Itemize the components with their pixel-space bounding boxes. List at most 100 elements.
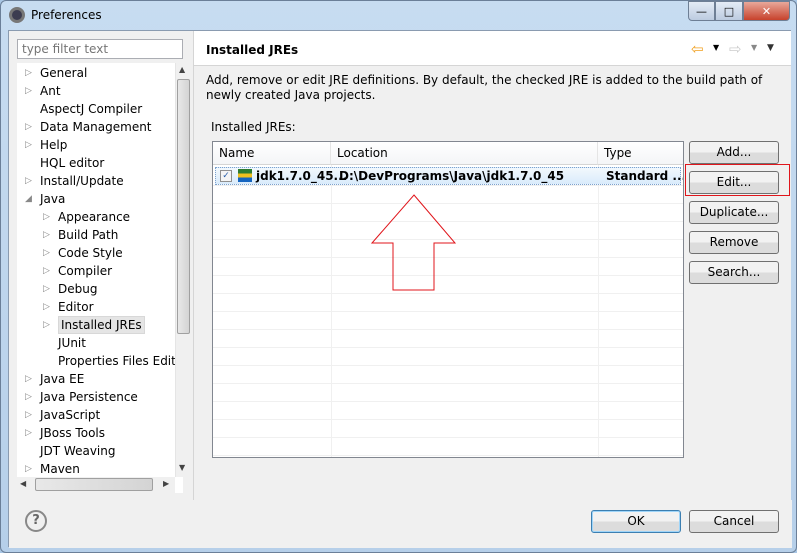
page-description: Add, remove or edit JRE definitions. By …	[206, 73, 763, 102]
tree-item[interactable]: HQL editor	[40, 154, 104, 172]
column-header-name[interactable]: Name	[213, 142, 331, 165]
grid-line	[213, 401, 683, 402]
scroll-right-icon[interactable]: ▶	[163, 479, 169, 488]
tree-horizontal-scrollbar[interactable]: ◀ ▶	[17, 477, 175, 493]
back-arrow-icon[interactable]: ⇦	[691, 40, 704, 58]
expand-icon[interactable]: ▷	[43, 208, 50, 226]
expand-icon[interactable]: ▷	[25, 118, 32, 136]
close-button[interactable]: ✕	[743, 1, 790, 21]
tree-item-label: Java	[40, 192, 66, 206]
expand-icon[interactable]: ▷	[25, 172, 32, 190]
expand-icon[interactable]: ▷	[25, 136, 32, 154]
tree-item-label: Java Persistence	[40, 390, 138, 404]
add-button[interactable]: Add...	[689, 141, 779, 164]
tree-item[interactable]: Code Style	[58, 244, 123, 262]
scroll-up-icon[interactable]: ▲	[179, 65, 185, 74]
filter-input[interactable]	[17, 39, 183, 59]
expand-icon[interactable]: ▷	[25, 424, 32, 442]
hscroll-thumb[interactable]	[35, 478, 153, 491]
tree-item[interactable]: Data Management	[40, 118, 152, 136]
expand-icon[interactable]: ▷	[25, 64, 32, 82]
help-icon[interactable]: ?	[25, 510, 47, 532]
maximize-button[interactable]: □	[715, 1, 743, 21]
tree-item[interactable]: JBoss Tools	[40, 424, 105, 442]
tree-item[interactable]: Ant	[40, 82, 61, 100]
column-header-location[interactable]: Location	[331, 142, 598, 165]
tree-item[interactable]: Java Persistence	[40, 388, 138, 406]
grid-line	[213, 455, 683, 456]
tree-item[interactable]: AspectJ Compiler	[40, 100, 142, 118]
edit-button[interactable]: Edit...	[689, 171, 779, 194]
scroll-down-icon[interactable]: ▼	[179, 463, 185, 472]
forward-arrow-icon: ⇨	[729, 40, 742, 58]
jre-type: Standard ...	[606, 169, 684, 183]
expand-icon[interactable]: ▷	[43, 226, 50, 244]
tree-item[interactable]: Install/Update	[40, 172, 124, 190]
installed-jres-label: Installed JREs:	[211, 120, 296, 134]
cancel-button[interactable]: Cancel	[689, 510, 779, 533]
search-button[interactable]: Search...	[689, 261, 779, 284]
grid-line	[213, 365, 683, 366]
grid-line	[213, 329, 683, 330]
expand-icon[interactable]: ▷	[43, 298, 50, 316]
expand-icon[interactable]: ▷	[25, 388, 32, 406]
tree-vertical-scrollbar[interactable]: ▲ ▼	[175, 63, 191, 477]
expand-icon[interactable]: ▷	[43, 280, 50, 298]
scroll-left-icon[interactable]: ◀	[20, 479, 26, 488]
ok-button[interactable]: OK	[591, 510, 681, 533]
tree-item[interactable]: General	[40, 64, 87, 82]
tree-item-label: Appearance	[58, 210, 131, 224]
tree-item-label: Data Management	[40, 120, 152, 134]
tree-item-label: JDT Weaving	[40, 444, 116, 458]
tree-item[interactable]: Java	[40, 190, 65, 208]
grid-line	[213, 437, 683, 438]
preferences-window: Preferences — □ ✕ ▷ General ▷ Ant AspectJ Co…	[0, 0, 797, 553]
jre-checkbox[interactable]: ✓	[220, 170, 232, 182]
grid-line	[213, 293, 683, 294]
jre-table: Name Location Type ✓ jdk1.7.0_45... D:\D…	[212, 141, 684, 458]
tree-item[interactable]: JUnit	[58, 334, 86, 352]
tree-item-label: Debug	[58, 282, 98, 296]
column-header-type[interactable]: Type	[598, 142, 683, 165]
tree-item-label: JUnit	[58, 336, 86, 350]
tree-item-label: Build Path	[58, 228, 119, 242]
tree-item-label: HQL editor	[40, 156, 105, 170]
tree-item[interactable]: JDT Weaving	[40, 442, 115, 460]
remove-button[interactable]: Remove	[689, 231, 779, 254]
eclipse-app-icon	[9, 7, 25, 23]
preference-page: Installed JREs ⇦ ▼ ⇨ ▼ ▼ Add, remove or …	[194, 31, 791, 500]
tree-item[interactable]: Installed JREs	[58, 316, 145, 334]
back-dropdown-icon[interactable]: ▼	[713, 43, 719, 52]
expand-icon[interactable]: ▷	[25, 370, 32, 388]
tree-item[interactable]: JavaScript	[40, 406, 100, 424]
expand-icon[interactable]: ▷	[25, 82, 32, 100]
tree-item[interactable]: Appearance	[58, 208, 130, 226]
grid-line	[213, 311, 683, 312]
tree-item[interactable]: Editor	[58, 298, 94, 316]
tree-item[interactable]: Compiler	[58, 262, 112, 280]
jre-name: jdk1.7.0_45...	[256, 169, 348, 183]
tree-item[interactable]: Maven	[40, 460, 80, 478]
expand-icon[interactable]: ▷	[43, 316, 50, 334]
collapse-icon[interactable]: ◢	[25, 190, 32, 208]
expand-icon[interactable]: ▷	[43, 244, 50, 262]
tree-item-label: Code Style	[58, 246, 123, 260]
preference-tree: ▷ General ▷ Ant AspectJ Compiler ▷ Data Manage…	[17, 63, 183, 493]
table-row[interactable]: ✓ jdk1.7.0_45... D:\DevPrograms\Java\jdk…	[215, 167, 684, 185]
expand-icon[interactable]: ▷	[25, 406, 32, 424]
tree-item[interactable]: Build Path	[58, 226, 118, 244]
minimize-button[interactable]: —	[688, 1, 715, 21]
tree-item-label: JBoss Tools	[40, 426, 105, 440]
tree-item[interactable]: Help	[40, 136, 67, 154]
scroll-thumb[interactable]	[177, 79, 190, 334]
page-title: Installed JREs	[206, 43, 299, 57]
tree-item[interactable]: Java EE	[40, 370, 84, 388]
view-menu-icon[interactable]: ▼	[767, 43, 774, 53]
expand-icon[interactable]: ▷	[25, 460, 32, 478]
tree-item[interactable]: Debug	[58, 280, 97, 298]
tree-item[interactable]: Properties Files Editor	[58, 352, 183, 370]
tree-item-label: Installed JREs	[58, 316, 145, 334]
duplicate-button[interactable]: Duplicate...	[689, 201, 779, 224]
window-title: Preferences	[31, 8, 102, 22]
expand-icon[interactable]: ▷	[43, 262, 50, 280]
